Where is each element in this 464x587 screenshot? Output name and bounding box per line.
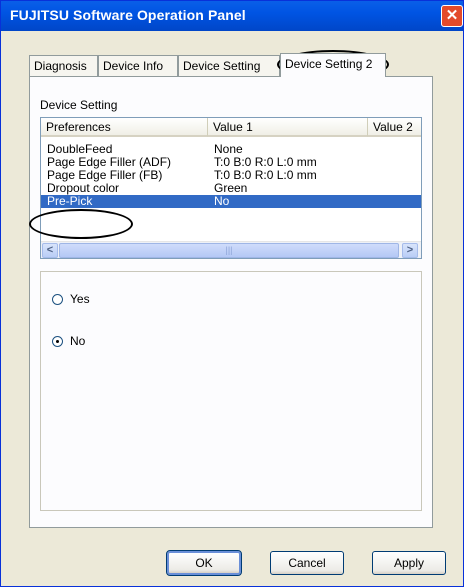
- operation-panel-window: FUJITSU Software Operation Panel ✕ Diagn…: [0, 0, 464, 587]
- table-row-selected[interactable]: Pre-Pick No: [41, 194, 421, 208]
- row-value: No: [214, 194, 230, 208]
- ok-button[interactable]: OK: [166, 550, 242, 576]
- radio-yes[interactable]: Yes: [52, 291, 90, 307]
- tab-device-setting[interactable]: Device Setting: [178, 55, 280, 76]
- radio-button-yes[interactable]: [52, 293, 63, 305]
- tab-device-setting-2[interactable]: Device Setting 2: [280, 53, 386, 77]
- apply-button[interactable]: Apply: [372, 551, 446, 575]
- cancel-button[interactable]: Cancel: [270, 551, 344, 575]
- option-group: [40, 271, 422, 511]
- radio-no-label: No: [70, 334, 86, 348]
- column-header-preferences[interactable]: Preferences: [41, 118, 208, 137]
- table-row[interactable]: Dropout color Green: [41, 182, 421, 195]
- settings-list[interactable]: Preferences Value 1 Value 2 DoubleFeed N…: [40, 117, 422, 259]
- radio-button-no[interactable]: [52, 335, 63, 347]
- group-label: Device Setting: [40, 98, 118, 112]
- scrollbar-thumb[interactable]: |||: [59, 243, 399, 258]
- row-preference: Pre-Pick: [47, 194, 93, 208]
- close-icon[interactable]: ✕: [441, 5, 463, 27]
- list-header: Preferences Value 1 Value 2: [41, 118, 421, 137]
- tab-device-info[interactable]: Device Info: [98, 55, 178, 76]
- column-header-value-1[interactable]: Value 1: [208, 118, 368, 137]
- horizontal-scrollbar[interactable]: < ||| >: [41, 241, 421, 258]
- tab-diagnosis[interactable]: Diagnosis: [29, 55, 98, 76]
- title-bar[interactable]: FUJITSU Software Operation Panel ✕: [1, 1, 463, 31]
- radio-no[interactable]: No: [52, 333, 85, 349]
- chevron-right-icon[interactable]: >: [402, 243, 418, 258]
- window-title: FUJITSU Software Operation Panel: [10, 7, 246, 23]
- column-header-value-2[interactable]: Value 2: [368, 118, 421, 137]
- radio-yes-label: Yes: [70, 292, 90, 306]
- chevron-left-icon[interactable]: <: [42, 243, 58, 258]
